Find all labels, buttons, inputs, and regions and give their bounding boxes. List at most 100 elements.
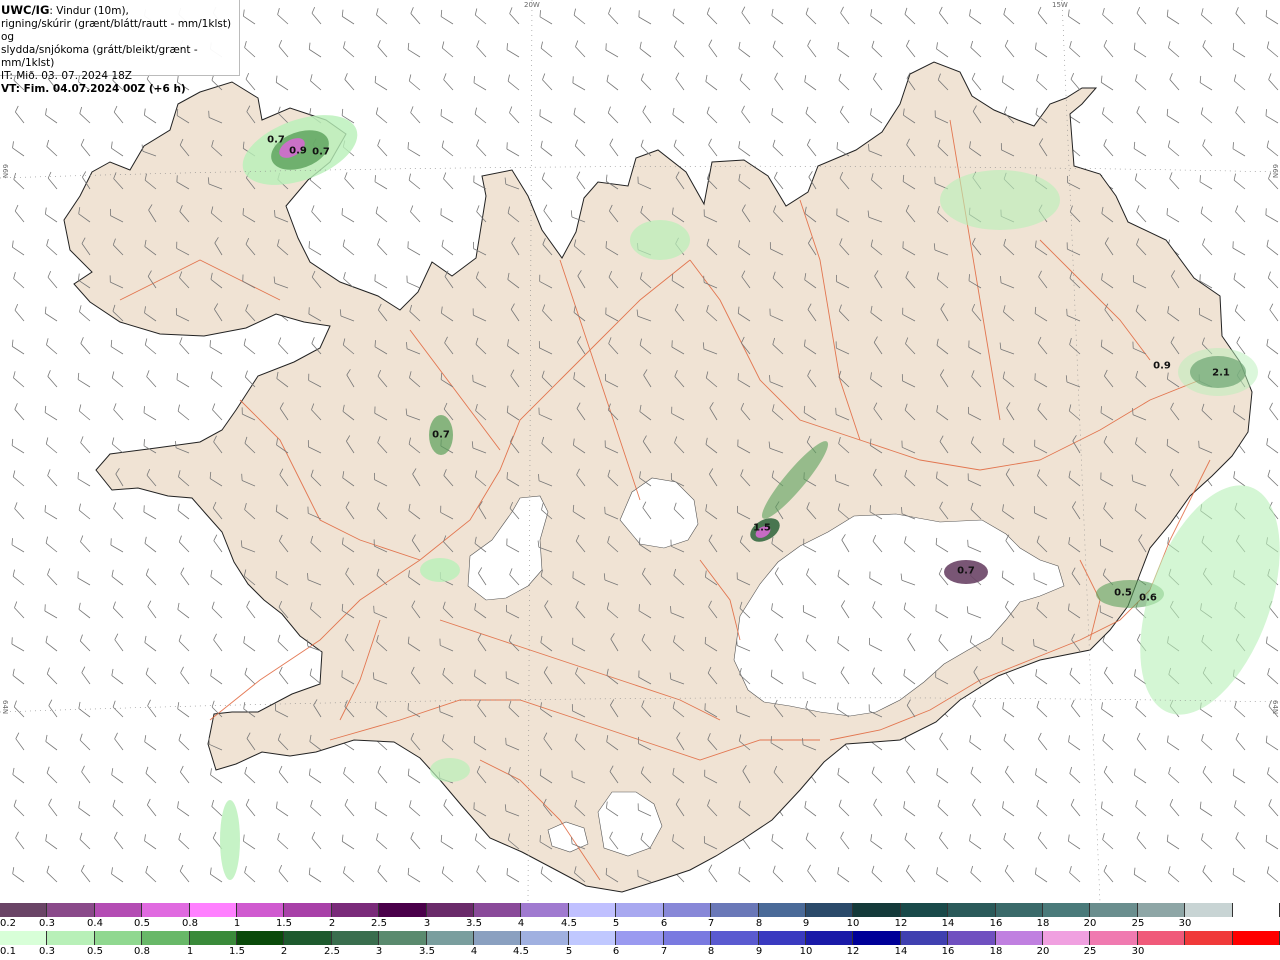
colorbar-swatch xyxy=(1232,903,1280,917)
weather-map xyxy=(0,0,1280,902)
precip-area xyxy=(430,758,470,782)
colorbar-tick-label: 2 xyxy=(280,946,288,957)
colorbar-tick-label: 30 xyxy=(1131,946,1145,957)
colorbar-swatch xyxy=(426,903,475,917)
colorbar-swatch xyxy=(568,903,617,917)
colorbar-swatch xyxy=(1232,931,1280,945)
colorbar-swatch xyxy=(189,903,238,917)
info-rain-line: rigning/skúrir (grænt/blátt/rautt - mm/1… xyxy=(1,18,232,43)
colorbar-swatch xyxy=(237,903,285,917)
title-variable: : Vindur (10m), xyxy=(49,5,129,17)
colorbar-swatch xyxy=(1090,903,1138,917)
rain-colorbar-ticks: 0.1 0.3 0.5 0.8 1 1.5 2 2.5 3 3.5 4 4.5 5 6 7 8 9 10 12 14 1… xyxy=(0,946,1280,959)
precip-area xyxy=(220,800,240,880)
lon-label-15w: 15W xyxy=(1052,1,1068,9)
colorbar-swatch xyxy=(284,903,332,917)
colorbar-swatch xyxy=(0,903,48,917)
colorbar-swatch xyxy=(284,931,332,945)
colorbar-swatch xyxy=(94,931,143,945)
colorbar-swatch xyxy=(711,903,759,917)
colorbar-tick-label: 0.1 xyxy=(0,946,16,957)
colorbar-tick-label: 12 xyxy=(894,918,908,929)
colorbar-tick-label: 1.5 xyxy=(276,918,292,929)
colorbar-tick-label: 3 xyxy=(375,946,383,957)
colorbar-swatch xyxy=(142,931,190,945)
colorbar-tick-label: 25 xyxy=(1131,918,1145,929)
colorbar-swatch xyxy=(1185,903,1233,917)
colorbar-swatch xyxy=(0,931,48,945)
colorbar-tick-label: 6 xyxy=(660,918,668,929)
precip-value-label: 0.7 xyxy=(312,146,330,158)
precip-value-label: 0.9 xyxy=(289,145,307,157)
snow-colorbar: 0.2 0.3 0.4 0.5 0.8 1 1.5 2 2.5 3 3.5 4 4.5 5 6 7 8 9 10 12… xyxy=(0,903,1280,931)
lat-label-66n-left: 66N xyxy=(1,164,9,179)
colorbar-swatch xyxy=(995,903,1043,917)
colorbar-tick-label: 7 xyxy=(707,918,715,929)
colorbar-swatch xyxy=(1137,931,1186,945)
colorbar-swatch xyxy=(711,931,759,945)
initial-time: IT: Mið. 03. 07. 2024 18Z xyxy=(1,70,132,82)
colorbar-swatch xyxy=(1090,931,1138,945)
colorbar-tick-label: 14 xyxy=(894,946,908,957)
colorbar-tick-label: 6 xyxy=(612,946,620,957)
rain-colorbar: 0.1 0.3 0.5 0.8 1 1.5 2 2.5 3 3.5 4 4.5 5 6 7 8 9 10 12 14 1… xyxy=(0,931,1280,959)
precip-value-label: 1.5 xyxy=(753,522,771,534)
precip-value-label: 0.7 xyxy=(267,134,285,146)
valid-time: VT: Fim. 04.07.2024 00Z (+6 h) xyxy=(1,83,186,95)
precip-value-label: 0.9 xyxy=(1153,360,1171,372)
rain-colorbar-swatches xyxy=(0,931,1280,945)
colorbar-tick-label: 2.5 xyxy=(324,946,340,957)
colorbar-tick-label: 30 xyxy=(1178,918,1192,929)
colorbar-tick-label: 0.5 xyxy=(134,918,150,929)
precip-value-label: 0.7 xyxy=(957,565,975,577)
colorbar-swatch xyxy=(521,931,569,945)
colorbar-tick-label: 0.8 xyxy=(182,918,198,929)
colorbar-swatch xyxy=(663,903,712,917)
colorbar-tick-label: 9 xyxy=(802,918,810,929)
colorbar-tick-label: 20 xyxy=(1036,946,1050,957)
colorbar-swatch xyxy=(47,931,95,945)
colorbar-tick-label: 1 xyxy=(186,946,194,957)
colorbar-tick-label: 0.4 xyxy=(87,918,103,929)
colorbar-swatch xyxy=(474,931,522,945)
colorbar-swatch xyxy=(426,931,475,945)
colorbar-tick-label: 0.8 xyxy=(134,946,150,957)
colorbar-tick-label: 16 xyxy=(989,918,1003,929)
colorbar-swatch xyxy=(805,903,854,917)
model-brand: UWC/IG xyxy=(1,3,50,17)
colorbar-swatch xyxy=(331,931,380,945)
colorbar-swatch xyxy=(758,931,806,945)
colorbar-swatch xyxy=(1137,903,1186,917)
colorbar-tick-label: 12 xyxy=(846,946,860,957)
info-snow-line: slydda/snjókoma (grátt/bleikt/grænt - mm… xyxy=(1,44,198,69)
colorbar-tick-label: 0.5 xyxy=(87,946,103,957)
precip-value-label: 0.6 xyxy=(1139,592,1157,604)
lat-label-64n-left: 64N xyxy=(1,700,9,715)
colorbar-swatch xyxy=(379,931,427,945)
colorbar-swatch xyxy=(805,931,854,945)
info-title-line: UWC/IG: Vindur (10m), xyxy=(1,4,239,18)
colorbar-swatch xyxy=(900,931,949,945)
colorbar-tick-label: 4 xyxy=(470,946,478,957)
colorbar-tick-label: 3.5 xyxy=(419,946,435,957)
colorbar-tick-label: 4 xyxy=(517,918,525,929)
precip-value-label: 0.7 xyxy=(432,429,450,441)
colorbar-tick-label: 4.5 xyxy=(513,946,529,957)
precip-value-label: 0.5 xyxy=(1114,587,1132,599)
colorbar-swatch xyxy=(47,903,95,917)
colorbar-swatch xyxy=(948,903,996,917)
snow-colorbar-swatches xyxy=(0,903,1280,917)
colorbar-swatch xyxy=(616,931,664,945)
colorbar-tick-label: 10 xyxy=(799,946,813,957)
colorbar-swatch xyxy=(189,931,238,945)
colorbar-tick-label: 5 xyxy=(565,946,573,957)
precip-area xyxy=(940,170,1060,230)
colorbar-tick-label: 0.3 xyxy=(39,918,55,929)
colorbar-tick-label: 2 xyxy=(328,918,336,929)
precip-area xyxy=(630,220,690,260)
colorbar-swatch xyxy=(900,903,949,917)
colorbar-tick-label: 25 xyxy=(1083,946,1097,957)
colorbar-swatch xyxy=(995,931,1043,945)
colorbar-tick-label: 10 xyxy=(846,918,860,929)
colorbar-swatch xyxy=(948,931,996,945)
